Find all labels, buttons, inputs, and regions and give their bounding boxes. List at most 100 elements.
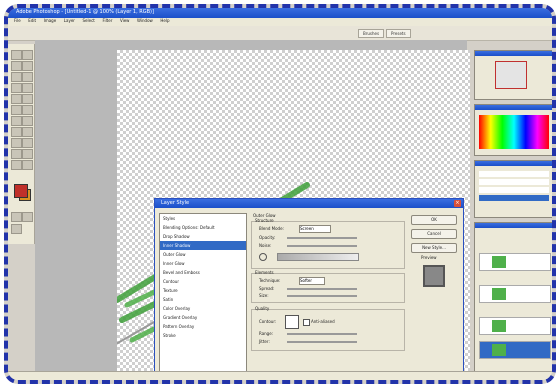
style-item[interactable]: Outer Glow — [160, 250, 246, 259]
menu-edit[interactable]: Edit — [28, 18, 36, 23]
menu-view[interactable]: View — [120, 18, 130, 23]
notes-tool-icon[interactable] — [11, 149, 22, 159]
layers-panel-header — [475, 223, 552, 228]
style-item[interactable]: Texture — [160, 286, 246, 295]
blend-mode-label: Blend Mode: — [259, 226, 284, 231]
dialog-titlebar: Layer Style × — [155, 199, 463, 208]
style-preview-swatch — [423, 265, 445, 287]
ok-button[interactable]: OK — [411, 215, 457, 225]
elements-label: Elements — [255, 270, 274, 275]
menu-help[interactable]: Help — [160, 18, 169, 23]
jump-to-imageready-icon[interactable] — [11, 224, 22, 234]
quality-label: Quality — [255, 306, 270, 311]
blend-mode-select[interactable]: Screen — [299, 225, 331, 233]
structure-label: Structure — [255, 218, 274, 223]
layer-style-dialog: Layer Style × Styles Blending Options: D… — [154, 198, 464, 380]
style-item[interactable]: Bevel and Emboss — [160, 268, 246, 277]
range-label: Range: — [259, 331, 274, 336]
screenshot-frame: Adobe Photoshop - [Untitled-1 @ 100% (La… — [4, 4, 556, 384]
history-item[interactable] — [479, 179, 549, 185]
style-item[interactable]: Drop Shadow — [160, 232, 246, 241]
menu-layer[interactable]: Layer — [64, 18, 75, 23]
style-item[interactable]: Satin — [160, 295, 246, 304]
style-item[interactable]: Gradient Overlay — [160, 313, 246, 322]
style-item[interactable]: Color Overlay — [160, 304, 246, 313]
hand-tool-icon[interactable] — [11, 160, 22, 170]
quick-mask-icon[interactable] — [11, 212, 22, 222]
stamp-tool-icon[interactable] — [11, 94, 22, 104]
brush-tool-icon[interactable] — [22, 83, 33, 93]
preview-checkbox-label[interactable]: Preview — [421, 255, 437, 260]
gradient-tool-icon[interactable] — [22, 105, 33, 115]
contour-picker[interactable] — [285, 315, 299, 329]
color-swatches-panel — [474, 104, 552, 156]
style-item[interactable]: Stroke — [160, 331, 246, 340]
move-tool-icon[interactable] — [22, 50, 33, 60]
right-panels — [470, 44, 552, 380]
range-slider[interactable] — [287, 333, 357, 335]
layers-panel — [474, 222, 552, 380]
style-item[interactable]: Blending Options: Default — [160, 223, 246, 232]
type-tool-icon[interactable] — [22, 127, 33, 137]
style-item[interactable]: Inner Glow — [160, 259, 246, 268]
layer-row[interactable] — [479, 253, 551, 271]
close-icon[interactable]: × — [454, 200, 461, 207]
size-slider[interactable] — [287, 295, 357, 297]
lasso-tool-icon[interactable] — [11, 61, 22, 71]
history-item[interactable] — [479, 171, 549, 177]
glow-gradient-picker[interactable] — [277, 253, 359, 261]
layer-row-selected[interactable] — [479, 341, 551, 359]
slice-tool-icon[interactable] — [22, 72, 33, 82]
history-brush-tool-icon[interactable] — [22, 94, 33, 104]
dialog-title: Layer Style — [161, 200, 190, 206]
navigator-panel — [474, 50, 552, 100]
technique-label: Technique: — [259, 278, 281, 283]
noise-slider[interactable] — [287, 245, 357, 247]
opacity-slider[interactable] — [287, 237, 357, 239]
menu-bar: File Edit Image Layer Select Filter View… — [8, 18, 552, 26]
swatches-panel-header — [475, 105, 552, 110]
technique-select[interactable]: Softer — [299, 277, 325, 285]
history-item[interactable] — [479, 187, 549, 193]
dodge-tool-icon[interactable] — [22, 116, 33, 126]
menu-filter[interactable]: Filter — [102, 18, 112, 23]
marquee-tool-icon[interactable] — [11, 50, 22, 60]
magic-wand-tool-icon[interactable] — [22, 61, 33, 71]
window-titlebar: Adobe Photoshop - [Untitled-1 @ 100% (La… — [8, 8, 552, 18]
eraser-tool-icon[interactable] — [11, 105, 22, 115]
eyedropper-tool-icon[interactable] — [22, 149, 33, 159]
path-select-tool-icon[interactable] — [11, 127, 22, 137]
antialiased-checkbox[interactable] — [303, 319, 310, 326]
crop-tool-icon[interactable] — [11, 72, 22, 82]
menu-select[interactable]: Select — [83, 18, 95, 23]
shape-tool-icon[interactable] — [22, 138, 33, 148]
history-item-selected[interactable] — [479, 195, 549, 201]
menu-window[interactable]: Window — [137, 18, 153, 23]
style-item[interactable]: Pattern Overlay — [160, 322, 246, 331]
healing-tool-icon[interactable] — [11, 83, 22, 93]
cancel-button[interactable]: Cancel — [411, 229, 457, 239]
foreground-color-swatch[interactable] — [14, 184, 28, 198]
style-item-selected[interactable]: Inner Shadow — [160, 241, 246, 250]
menu-image[interactable]: Image — [44, 18, 57, 23]
color-swatches-grid[interactable] — [479, 115, 549, 149]
layer-row[interactable] — [479, 317, 551, 335]
style-item[interactable]: Styles — [160, 214, 246, 223]
blur-tool-icon[interactable] — [11, 116, 22, 126]
noise-label: Noise: — [259, 243, 272, 248]
quality-group — [251, 309, 405, 351]
layer-row[interactable] — [479, 285, 551, 303]
menu-file[interactable]: File — [14, 18, 21, 23]
new-style-button[interactable]: New Style... — [411, 243, 457, 253]
zoom-tool-icon[interactable] — [22, 160, 33, 170]
tab-brushes[interactable]: Brushes — [358, 29, 385, 38]
screen-mode-icon[interactable] — [22, 212, 33, 222]
glow-color-radio[interactable] — [259, 253, 267, 261]
style-item[interactable]: Contour — [160, 277, 246, 286]
spread-slider[interactable] — [287, 288, 357, 290]
options-bar: Brushes Presets — [8, 26, 552, 41]
navigator-thumbnail[interactable] — [495, 61, 527, 89]
jitter-slider[interactable] — [287, 341, 357, 343]
tab-presets[interactable]: Presets — [386, 29, 411, 38]
pen-tool-icon[interactable] — [11, 138, 22, 148]
